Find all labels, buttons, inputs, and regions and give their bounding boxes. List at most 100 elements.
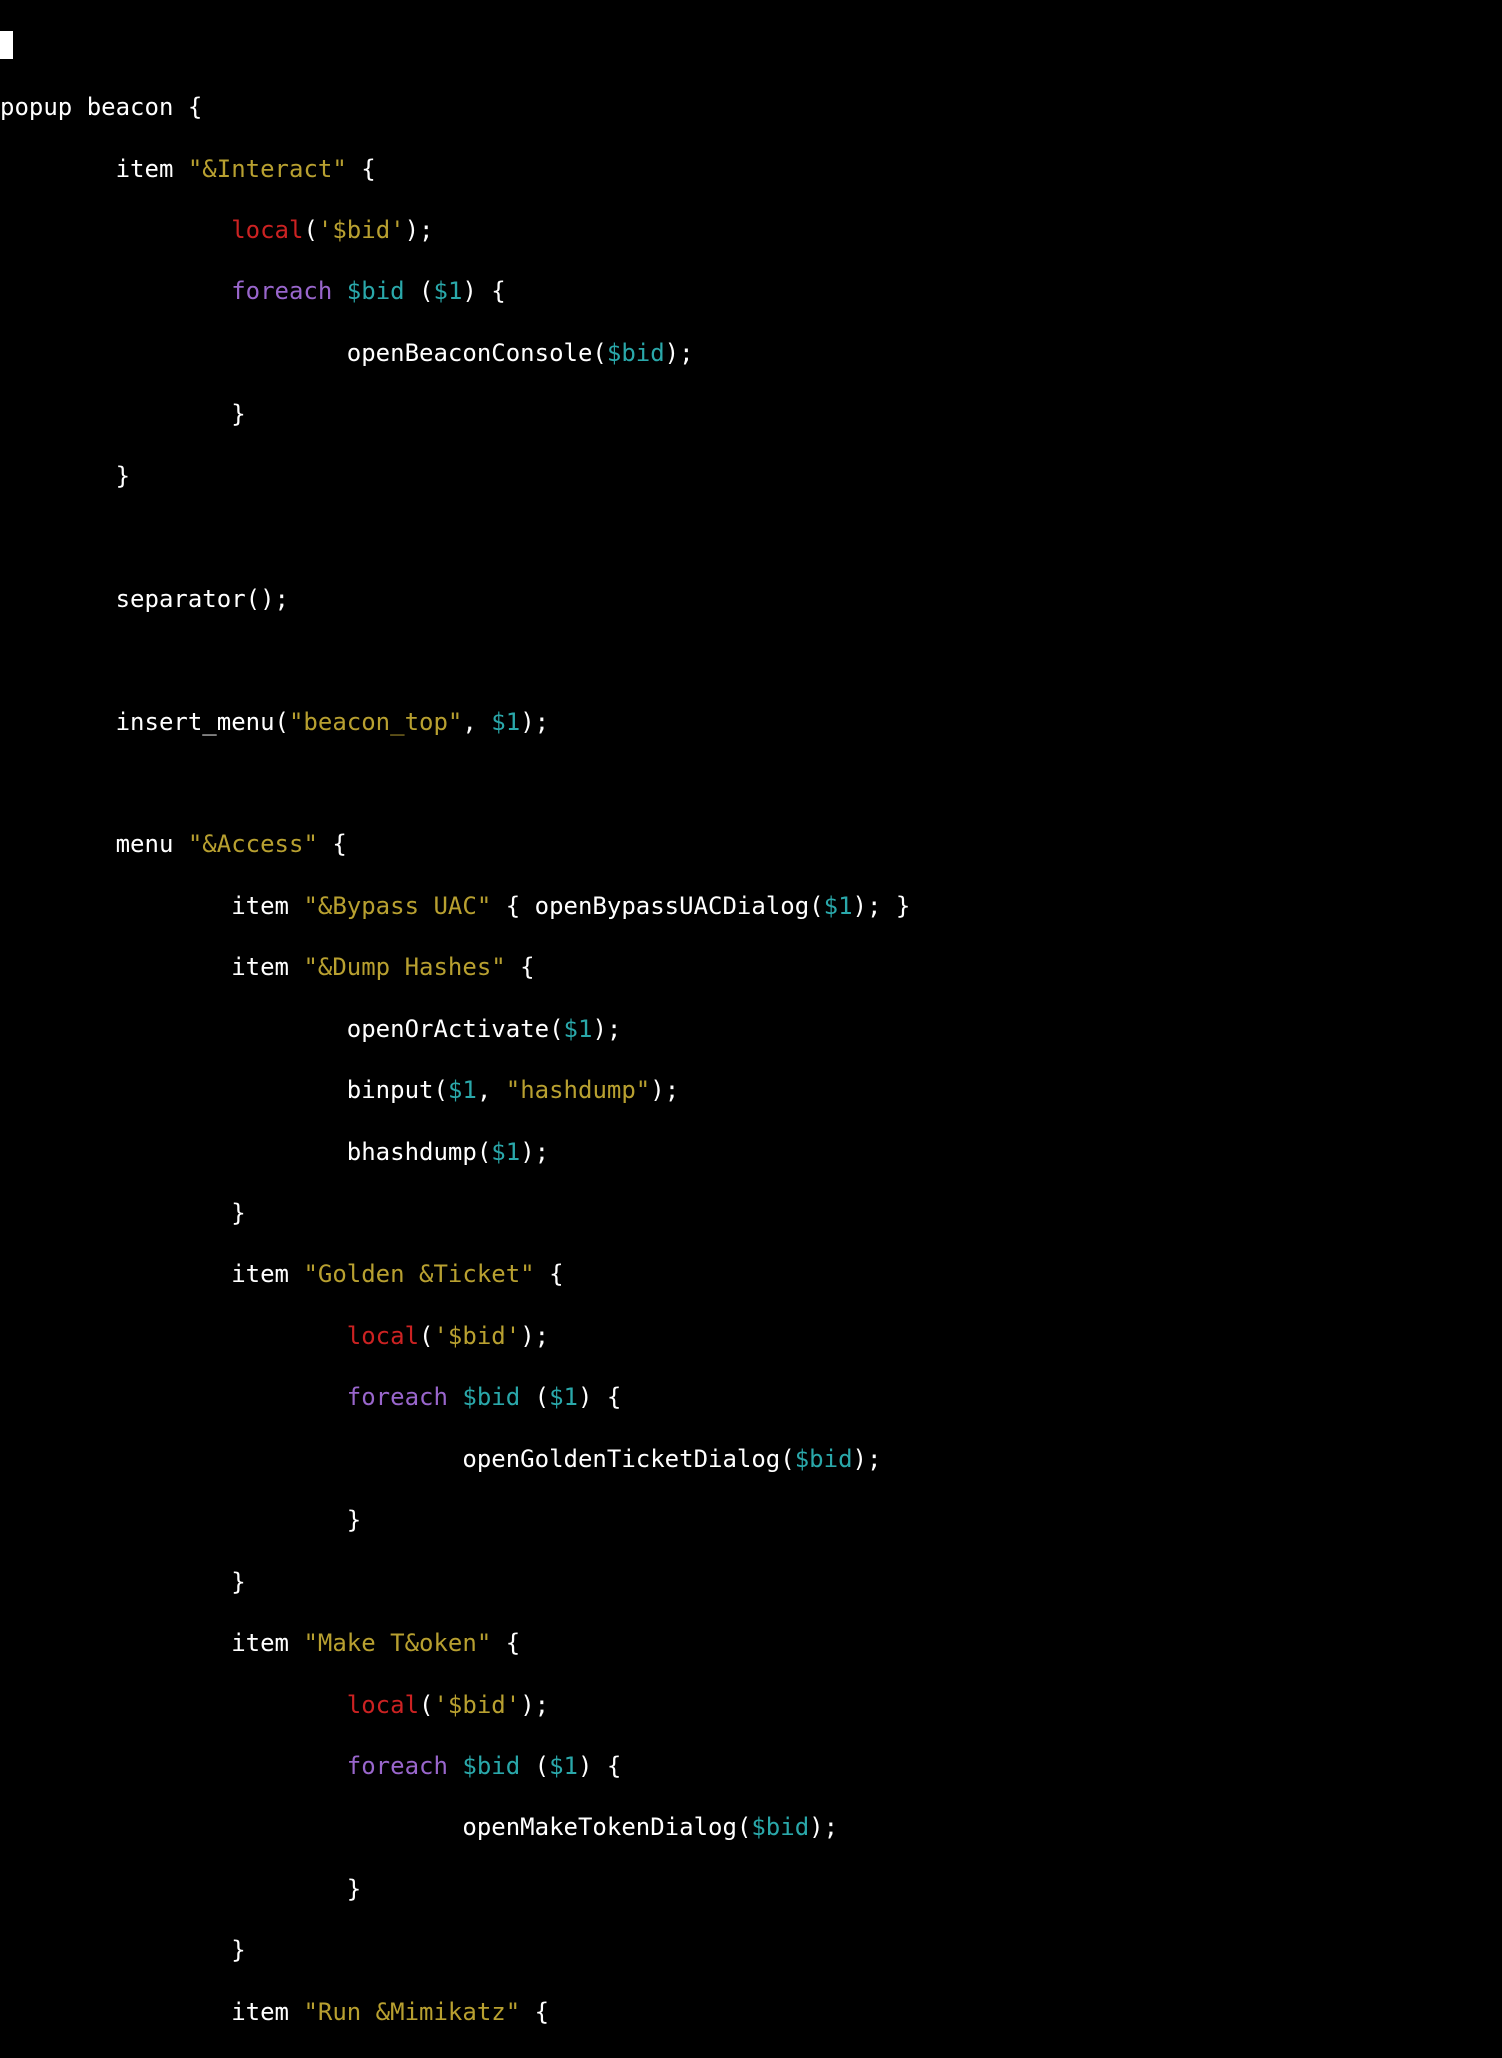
- code-line: local('$bid');: [0, 215, 1502, 246]
- code-line: [0, 645, 1502, 676]
- code-line: [0, 768, 1502, 799]
- indent: [0, 1506, 347, 1534]
- brace: }: [347, 1875, 361, 1903]
- string-literal: "&Access": [188, 830, 318, 858]
- code-line: item "Make T&oken" {: [0, 1628, 1502, 1659]
- brace: }: [231, 1936, 245, 1964]
- variable: $1: [564, 1015, 593, 1043]
- brace: }: [231, 400, 245, 428]
- indent: [0, 1199, 231, 1227]
- indent: [0, 1936, 231, 1964]
- code-line: separator();: [0, 584, 1502, 615]
- code-text: separator();: [116, 585, 289, 613]
- variable: $1: [491, 708, 520, 736]
- indent: [0, 708, 116, 736]
- variable: $1: [448, 1076, 477, 1104]
- code-text: ); }: [853, 892, 911, 920]
- indent: [0, 1322, 347, 1350]
- code-line: openGoldenTicketDialog($bid);: [0, 1444, 1502, 1475]
- code-text: {: [318, 830, 347, 858]
- indent: [0, 892, 231, 920]
- brace: }: [231, 1199, 245, 1227]
- indent: [0, 1445, 462, 1473]
- code-text: (: [303, 216, 317, 244]
- indent: [0, 1138, 347, 1166]
- code-text: popup beacon {: [0, 93, 202, 121]
- string-literal: "Run &Mimikatz": [303, 1998, 520, 2026]
- code-line: local('$bid');: [0, 1690, 1502, 1721]
- code-line: }: [0, 1935, 1502, 1966]
- code-text: (: [419, 1322, 433, 1350]
- function-call: openMakeTokenDialog(: [462, 1813, 751, 1841]
- code-line: item "&Bypass UAC" { openBypassUACDialog…: [0, 891, 1502, 922]
- variable: $bid: [462, 1752, 520, 1780]
- code-text: (: [419, 1691, 433, 1719]
- string-literal: '$bid': [318, 216, 405, 244]
- code-text: (: [405, 277, 434, 305]
- code-line: foreach $bid ($1) {: [0, 276, 1502, 307]
- code-text: {: [520, 1998, 549, 2026]
- code-line: popup beacon {: [0, 92, 1502, 123]
- string-literal: "hashdump": [506, 1076, 651, 1104]
- code-line: insert_menu("beacon_top", $1);: [0, 707, 1502, 738]
- string-literal: "&Dump Hashes": [303, 953, 505, 981]
- code-text: ,: [477, 1076, 506, 1104]
- function-call: binput(: [347, 1076, 448, 1104]
- string-literal: "&Interact": [188, 155, 347, 183]
- variable: $1: [491, 1138, 520, 1166]
- brace: }: [231, 1568, 245, 1596]
- indent: [0, 830, 116, 858]
- string-literal: "Make T&oken": [303, 1629, 491, 1657]
- variable: $1: [434, 277, 463, 305]
- variable: $bid: [607, 339, 665, 367]
- indent: [0, 1629, 231, 1657]
- code-text: );: [809, 1813, 838, 1841]
- code-text: );: [650, 1076, 679, 1104]
- code-text: {: [491, 1629, 520, 1657]
- indent: [0, 1998, 231, 2026]
- code-line: foreach $bid ($1) {: [0, 1751, 1502, 1782]
- code-line: }: [0, 1567, 1502, 1598]
- code-line: item "Golden &Ticket" {: [0, 1259, 1502, 1290]
- function-call: openBeaconConsole(: [347, 339, 607, 367]
- code-text: {: [535, 1260, 564, 1288]
- code-line: }: [0, 399, 1502, 430]
- indent: [0, 1813, 462, 1841]
- keyword-item: item: [231, 1998, 303, 2026]
- code-text: ) {: [578, 1752, 621, 1780]
- brace: }: [347, 1506, 361, 1534]
- brace: }: [116, 462, 130, 490]
- code-text: ,: [462, 708, 491, 736]
- code-line: [0, 522, 1502, 553]
- code-line: local('$bid');: [0, 1321, 1502, 1352]
- function-call: bhashdump(: [347, 1138, 492, 1166]
- code-line: item "&Dump Hashes" {: [0, 952, 1502, 983]
- code-line: openMakeTokenDialog($bid);: [0, 1812, 1502, 1843]
- indent: [0, 585, 116, 613]
- indent: [0, 1752, 347, 1780]
- code-text: {: [347, 155, 376, 183]
- string-literal: "&Bypass UAC": [303, 892, 491, 920]
- variable: $1: [549, 1752, 578, 1780]
- code-line: menu "&Access" {: [0, 829, 1502, 860]
- keyword-menu: menu: [116, 830, 188, 858]
- code-line: }: [0, 1874, 1502, 1905]
- function-call: insert_menu(: [116, 708, 289, 736]
- keyword-item: item: [231, 1629, 303, 1657]
- function-call: openGoldenTicketDialog(: [462, 1445, 794, 1473]
- variable: $bid: [751, 1813, 809, 1841]
- keyword-foreach: foreach: [347, 1752, 448, 1780]
- variable: $bid: [795, 1445, 853, 1473]
- indent: [0, 277, 231, 305]
- code-text: [332, 277, 346, 305]
- code-text: );: [520, 708, 549, 736]
- code-line: openOrActivate($1);: [0, 1014, 1502, 1045]
- indent: [0, 1076, 347, 1104]
- code-editor[interactable]: popup beacon { item "&Interact" { local(…: [0, 0, 1502, 2058]
- indent: [0, 953, 231, 981]
- string-literal: "Golden &Ticket": [303, 1260, 534, 1288]
- code-text: (: [520, 1752, 549, 1780]
- keyword-foreach: foreach: [231, 277, 332, 305]
- code-text: );: [405, 216, 434, 244]
- cursor-line: [0, 31, 1502, 62]
